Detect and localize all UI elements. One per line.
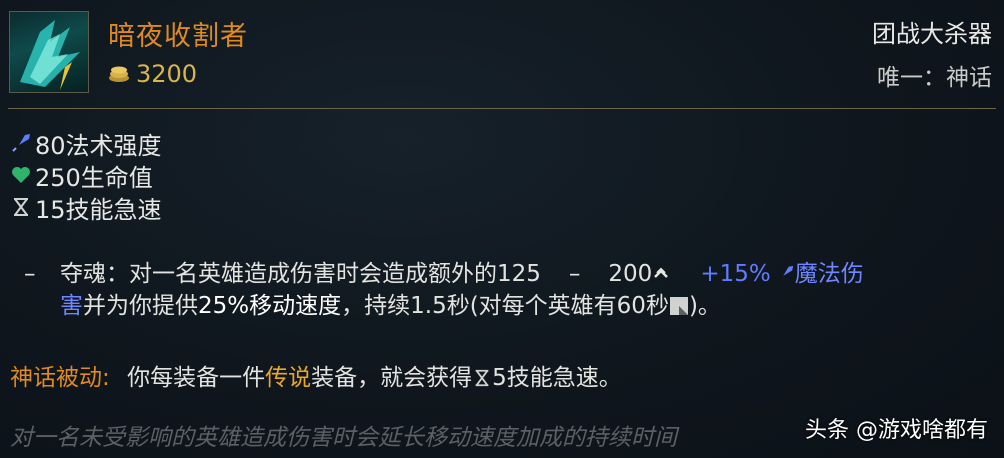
- item-name: 暗夜收割者: [108, 21, 248, 52]
- cooldown-icon: [669, 297, 688, 315]
- divider: [8, 108, 996, 109]
- item-type: 唯一：神话: [877, 65, 992, 91]
- passive-dash: –: [24, 261, 36, 287]
- mythic-label: 神话被动: [10, 365, 102, 391]
- health-icon: [12, 167, 30, 183]
- item-tag: 团战大杀器: [872, 20, 992, 48]
- passive-name: 夺魂：: [60, 261, 129, 287]
- gold-icon: [109, 66, 129, 82]
- mythic-passive: 神话被动: 你每装备一件传说装备，就会获得 5技能急速。: [10, 365, 622, 391]
- item-price: 3200: [108, 59, 197, 89]
- scaling-icon: [654, 267, 669, 278]
- stat-health: 250生命值: [10, 159, 153, 192]
- passive-description: – 夺魂：对一名英雄造成伤害时会造成额外的125–200 +15% 魔法伤 害并为你提…: [24, 258, 984, 322]
- watermark: 头条 @游戏啥都有: [805, 418, 988, 443]
- ability-power-icon: [12, 134, 30, 152]
- stat-ability-haste: 15技能急速: [10, 191, 162, 224]
- gold-price: 3200: [136, 60, 198, 88]
- item-icon: [9, 11, 89, 93]
- ability-haste-icon: [14, 198, 28, 216]
- mythic-bonus-hint: 对一名未受影响的英雄造成伤害时会延长移动速度加成的持续时间: [10, 425, 677, 451]
- ability-power-icon: [777, 265, 793, 282]
- ability-haste-icon: [475, 369, 489, 387]
- item-tooltip: 暗夜收割者 3200 团战大杀器 唯一：神话 80法术强度 250生命值 15技…: [0, 0, 1004, 458]
- legendary-label: 传说: [265, 365, 312, 391]
- stat-ability-power: 80法术强度: [10, 127, 162, 160]
